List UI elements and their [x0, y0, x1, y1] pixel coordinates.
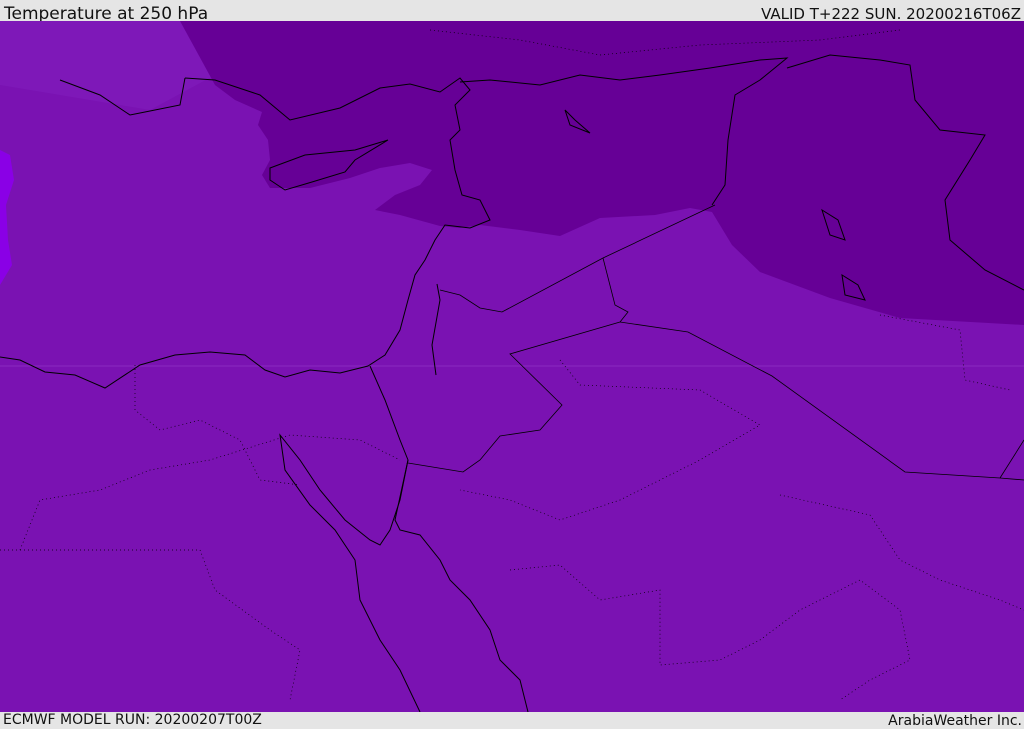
- credit: ArabiaWeather Inc.: [888, 713, 1022, 729]
- temperature-map: [0, 21, 1024, 712]
- footer-bar: ECMWF MODEL RUN: 20200207T00Z ArabiaWeat…: [0, 712, 1024, 729]
- header-bar: Temperature at 250 hPa VALID T+222 SUN. …: [0, 0, 1024, 24]
- model-run: ECMWF MODEL RUN: 20200207T00Z: [3, 712, 262, 728]
